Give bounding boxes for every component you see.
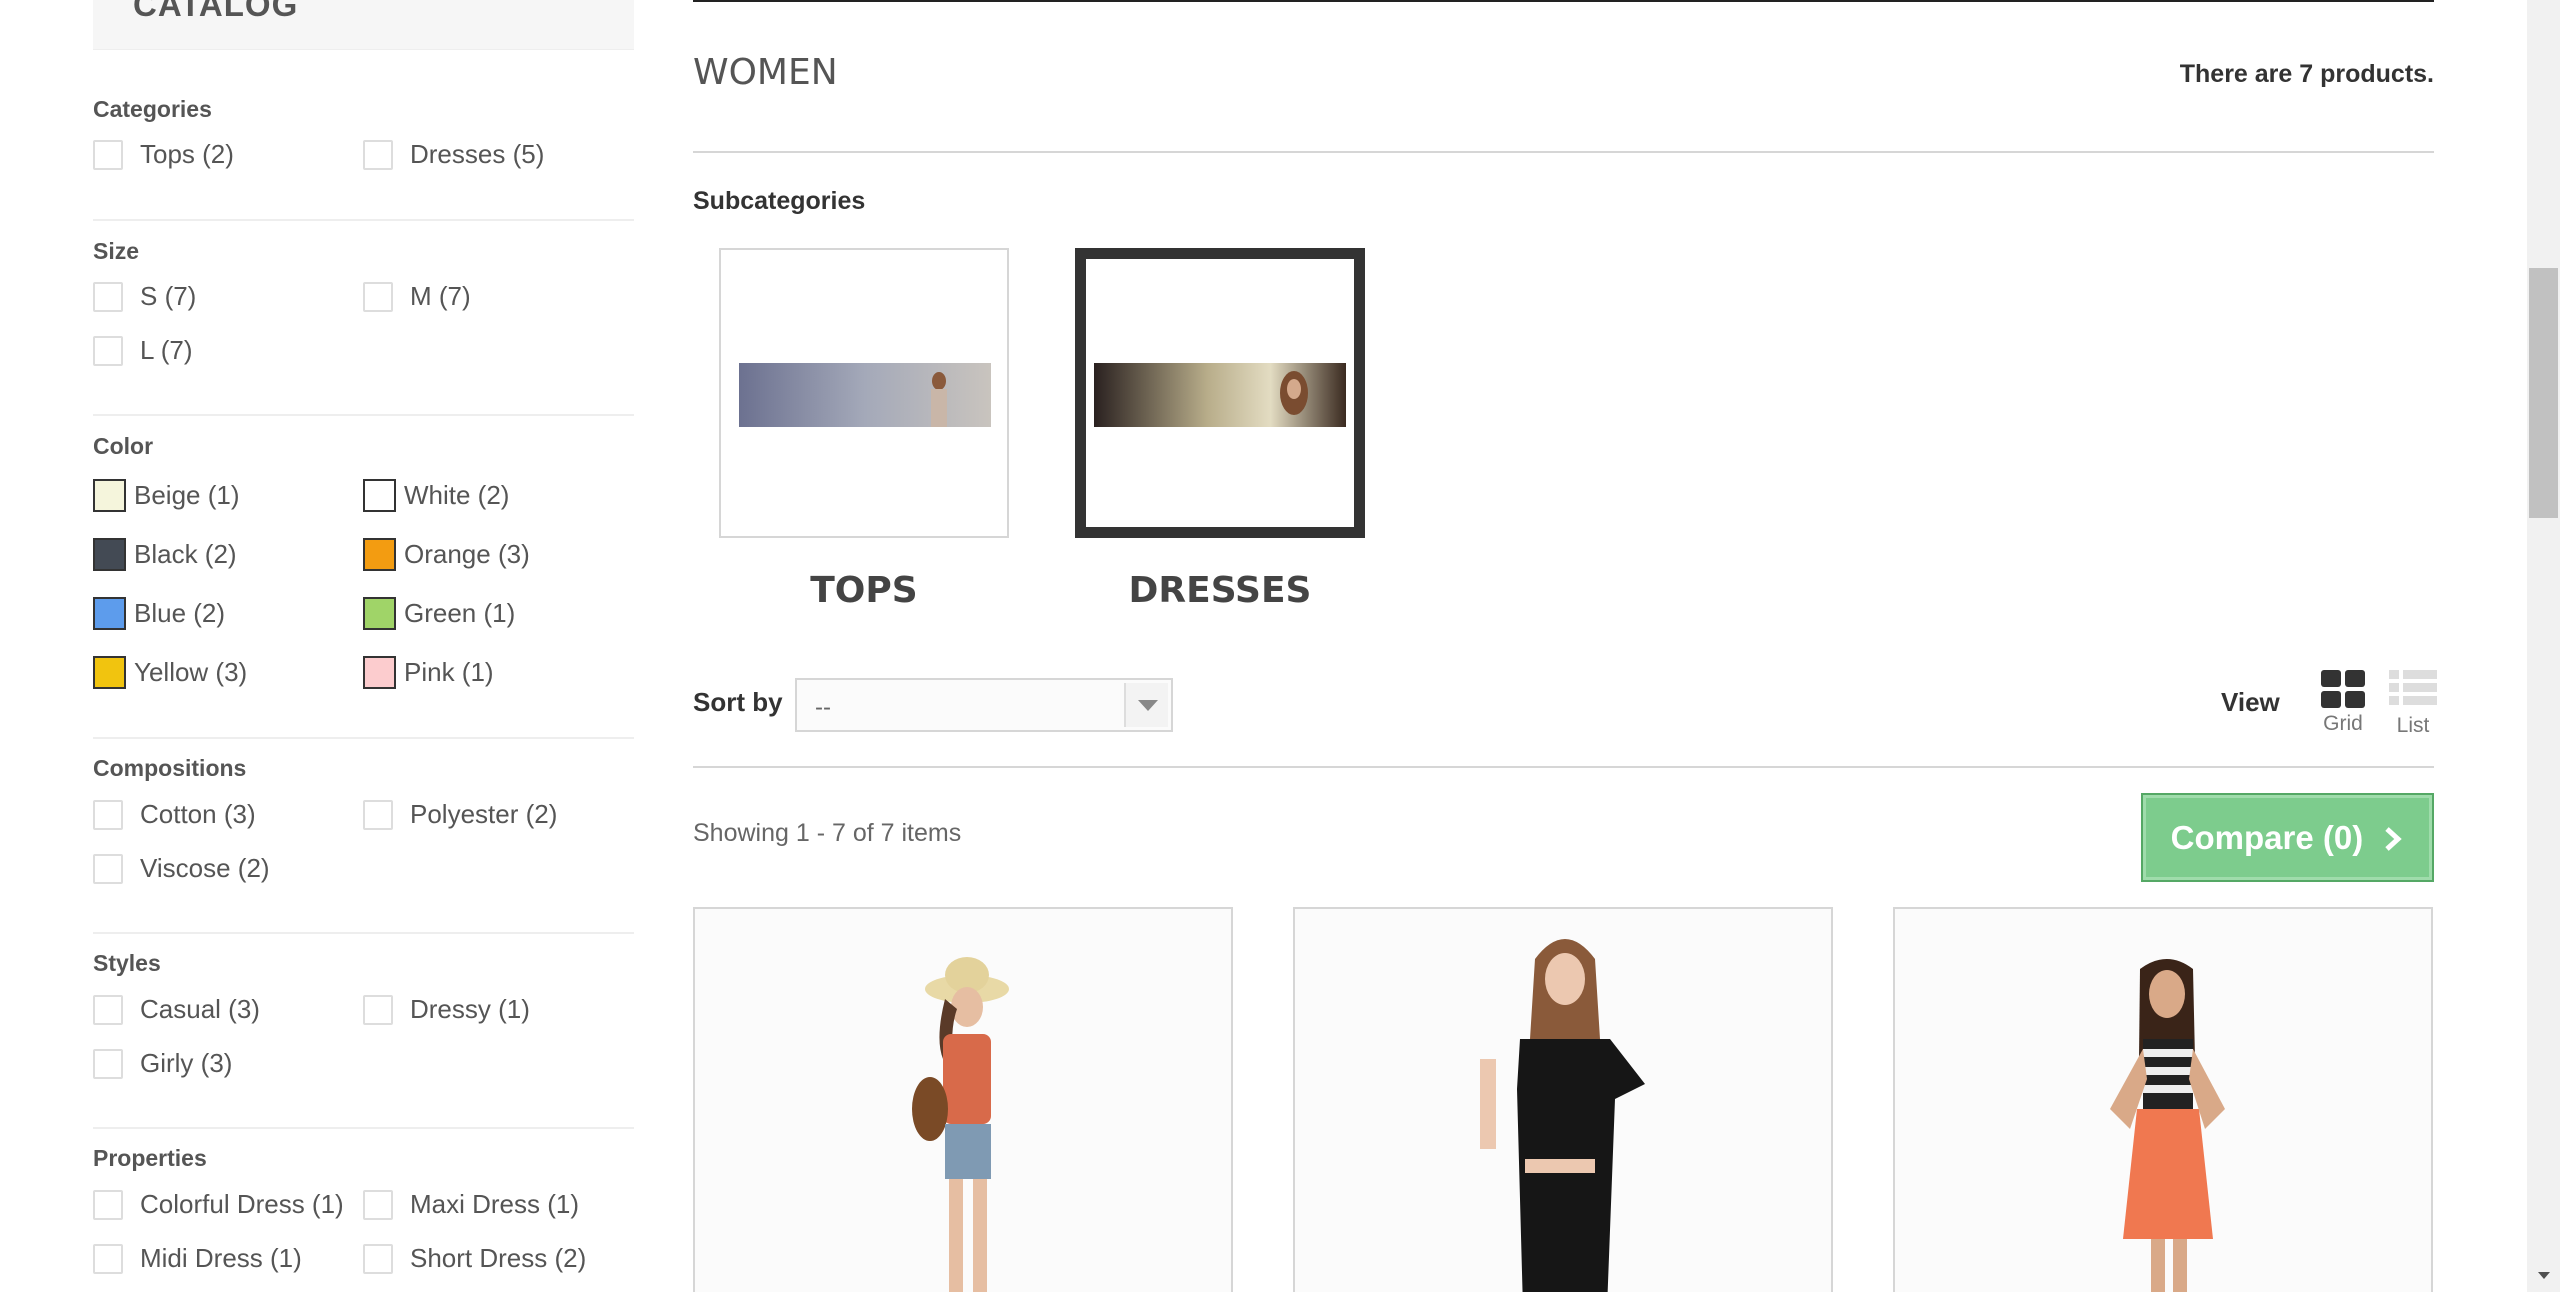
checkbox[interactable] [93,281,123,312]
filter-option-tops[interactable]: Tops (2) [93,139,234,170]
filter-option-colorful-dress[interactable]: Colorful Dress (1) [93,1189,344,1220]
color-swatch-white[interactable] [363,479,396,512]
dresses-banner-image [1094,363,1346,427]
subcategory-dresses-name[interactable]: DRESSES [1075,570,1365,611]
filter-option-cotton[interactable]: Cotton (3) [93,799,256,830]
checkbox[interactable] [93,1243,123,1274]
color-swatch-yellow[interactable] [93,656,126,689]
filter-option-maxi-dress[interactable]: Maxi Dress (1) [363,1189,579,1220]
filter-option-color-beige[interactable]: Beige (1) [93,479,240,512]
compare-button[interactable]: Compare (0) [2141,793,2434,882]
divider [693,766,2434,768]
checkbox[interactable] [363,139,393,170]
filter-title-color: Color [93,433,154,459]
filter-option-color-yellow[interactable]: Yellow (3) [93,656,247,689]
view-list-button[interactable]: List [2383,670,2443,738]
color-swatch-pink[interactable] [363,656,396,689]
filter-option-midi-dress[interactable]: Midi Dress (1) [93,1243,302,1274]
sort-select[interactable]: -- [795,678,1173,732]
color-swatch-beige[interactable] [93,479,126,512]
product-count: There are 7 products. [2179,60,2434,88]
checkbox[interactable] [363,281,393,312]
filter-color: Color Beige (1) White (2) Black (2) Oran… [93,416,634,739]
category-banner-edge [693,0,2434,2]
checkbox[interactable] [93,994,123,1025]
filter-styles: Styles Casual (3) Dressy (1) Girly (3) [93,934,634,1129]
filter-properties: Properties Colorful Dress (1) Maxi Dress… [93,1129,634,1292]
filter-option-viscose[interactable]: Viscose (2) [93,853,270,884]
sort-label: Sort by [693,687,783,717]
filter-size: Size S (7) M (7) L (7) [93,221,634,416]
color-swatch-orange[interactable] [363,538,396,571]
checkbox[interactable] [363,994,393,1025]
product-card[interactable] [693,907,1233,1292]
color-swatch-blue[interactable] [93,597,126,630]
view-label: View [2221,687,2280,717]
chevron-down-icon[interactable] [1124,683,1168,727]
filter-option-girly[interactable]: Girly (3) [93,1048,232,1079]
filter-option-short-dress[interactable]: Short Dress (2) [363,1243,586,1274]
filter-option-color-green[interactable]: Green (1) [363,597,515,630]
filter-option-polyester[interactable]: Polyester (2) [363,799,557,830]
product-image [695,909,1231,1292]
checkbox[interactable] [363,1189,393,1220]
filter-categories: Categories Tops (2) Dresses (5) [93,92,634,221]
vertical-scrollbar[interactable] [2527,0,2560,1292]
filter-option-size-l[interactable]: L (7) [93,335,193,366]
filter-option-color-pink[interactable]: Pink (1) [363,656,494,689]
checkbox[interactable] [363,1243,393,1274]
filter-option-size-m[interactable]: M (7) [363,281,471,312]
category-title: WOMEN [693,52,838,93]
filter-title-styles: Styles [93,950,161,976]
checkbox[interactable] [93,335,123,366]
checkbox[interactable] [363,799,393,830]
catalog-title: CATALOG [133,0,299,23]
filter-option-casual[interactable]: Casual (3) [93,994,260,1025]
product-image [1295,909,1831,1292]
filter-title-categories: Categories [93,96,212,122]
product-image [1895,909,2431,1292]
scroll-down-arrow-icon[interactable] [2527,1262,2560,1292]
filter-option-color-orange[interactable]: Orange (3) [363,538,530,571]
view-grid-button[interactable]: Grid [2313,670,2373,736]
catalog-header: CATALOG [93,0,634,50]
checkbox[interactable] [93,1189,123,1220]
checkbox[interactable] [93,1048,123,1079]
scrollbar-thumb[interactable] [2529,268,2558,518]
divider [693,151,2434,153]
chevron-right-icon [2385,827,2403,851]
filter-option-dressy[interactable]: Dressy (1) [363,994,530,1025]
filter-title-size: Size [93,238,140,264]
list-icon [2389,670,2437,709]
grid-icon [2321,670,2365,708]
filter-option-size-s[interactable]: S (7) [93,281,196,312]
subcategories-title: Subcategories [693,187,866,215]
filter-option-color-black[interactable]: Black (2) [93,538,237,571]
tops-banner-image [739,363,991,427]
subcategory-tops-image[interactable] [719,248,1009,538]
filter-option-color-white[interactable]: White (2) [363,479,509,512]
showing-items-text: Showing 1 - 7 of 7 items [693,819,962,847]
filter-option-color-blue[interactable]: Blue (2) [93,597,225,630]
sort-select-value: -- [815,694,831,721]
subcategory-dresses-image[interactable] [1075,248,1365,538]
checkbox[interactable] [93,139,123,170]
color-swatch-black[interactable] [93,538,126,571]
filter-compositions: Compositions Cotton (3) Polyester (2) Vi… [93,739,634,934]
filter-title-properties: Properties [93,1145,207,1171]
filter-option-dresses[interactable]: Dresses (5) [363,139,544,170]
color-swatch-green[interactable] [363,597,396,630]
subcategory-tops-name[interactable]: TOPS [719,570,1009,611]
filter-title-compositions: Compositions [93,755,247,781]
product-card[interactable] [1893,907,2433,1292]
checkbox[interactable] [93,799,123,830]
product-card[interactable] [1293,907,1833,1292]
checkbox[interactable] [93,853,123,884]
